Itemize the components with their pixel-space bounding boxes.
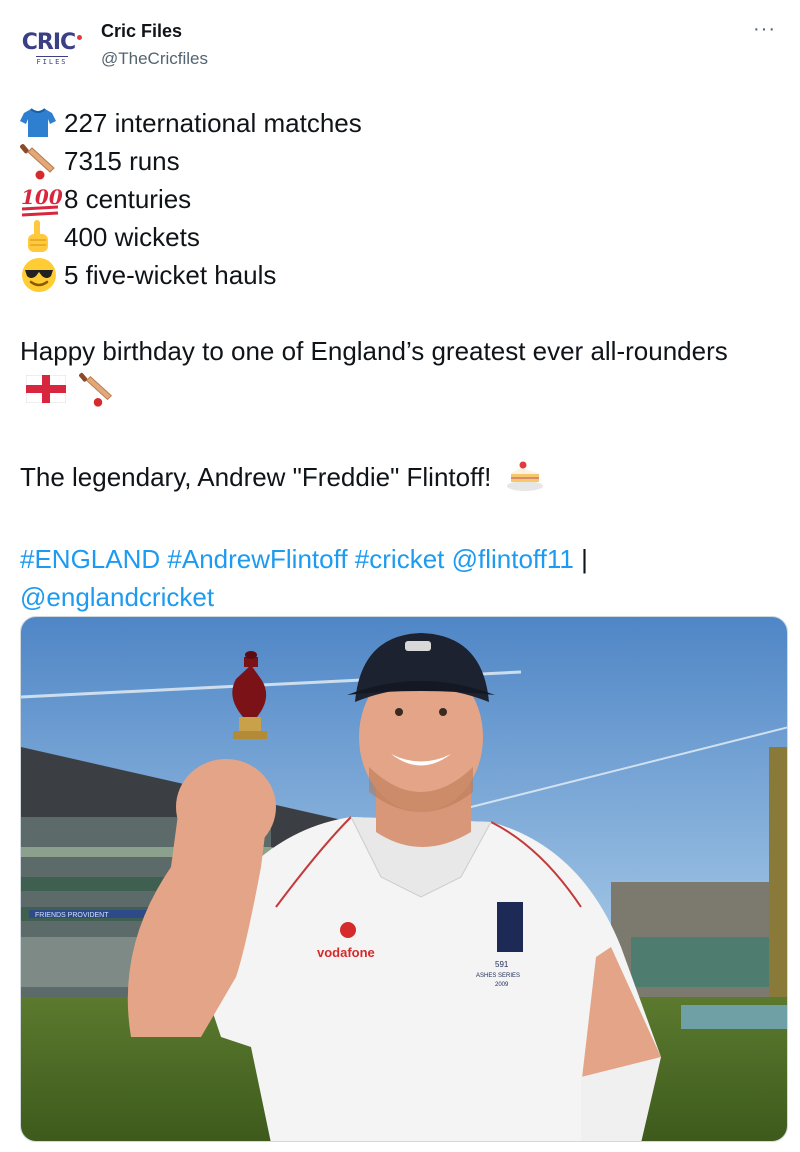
stat-matches: 227 international matches [64,108,362,138]
shirt-sponsor: vodafone [317,945,375,960]
shirt-text-1: 591 [495,960,509,969]
avatar-logo-dot [77,35,83,40]
stat-line: 400 wickets [20,218,780,256]
birthday-paragraph: Happy birthday to one of England’s great… [20,332,780,418]
tweet-media-photo[interactable]: FRIENDS PROVIDENT vodafone 591 ASHES SER… [20,616,788,1142]
hashtag-cricket[interactable]: #cricket [355,544,445,574]
stat-runs: 7315 runs [64,146,180,176]
hundred-points-icon: 100 [20,180,64,218]
separator: | [581,544,588,574]
hundred-glyph: 100 [21,185,62,209]
stat-five-wicket-hauls: 5 five-wicket hauls [64,260,277,290]
mention-englandcricket[interactable]: @englandcricket [20,582,214,612]
cricket-shirt-icon [20,104,64,142]
stat-line: 227 international matches [20,104,780,142]
stand-banner: FRIENDS PROVIDENT [35,912,109,919]
author-info: Cric Files @TheCricfiles [101,20,208,70]
stat-wickets: 400 wickets [64,222,200,252]
display-name[interactable]: Cric Files [101,20,208,42]
legend-paragraph: The legendary, Andrew "Freddie" Flintoff… [20,456,780,502]
shirt-text-2: ASHES SERIES [476,973,520,979]
tweet-text: 227 international matches 7315 runs 100 [20,104,780,616]
hashtag-andrew-flintoff[interactable]: #AndrewFlintoff [167,544,347,574]
avatar-logo-text: CRIC [21,30,76,55]
index-pointing-up-icon [20,218,64,256]
hashtag-england[interactable]: #ENGLAND [20,544,160,574]
stat-centuries: 8 centuries [64,184,192,214]
stat-line: 5 five-wicket hauls [20,256,780,294]
sunglasses-face-icon [20,256,64,294]
tweet: CRIC FILES Cric Files @TheCricfiles ··· … [0,0,800,1152]
shirt-text-3: 2009 [495,982,509,988]
cricket-bat-ball-icon [20,142,64,180]
hashtags-paragraph: #ENGLAND #AndrewFlintoff #cricket @flint… [20,540,780,616]
avatar-logo-sub: FILES [36,56,68,66]
birthday-text: Happy birthday to one of England’s great… [20,336,728,366]
avatar[interactable]: CRIC FILES [18,18,86,80]
cake-slice-icon [505,456,545,502]
mention-flintoff11[interactable]: @flintoff11 [452,544,574,574]
user-handle[interactable]: @TheCricfiles [101,48,208,70]
stat-line: 7315 runs [20,142,780,180]
legend-text: The legendary, Andrew "Freddie" Flintoff… [20,461,492,492]
more-options-button[interactable]: ··· [753,19,776,39]
england-flag-icon [25,374,67,413]
stat-line: 100 8 centuries [20,180,780,218]
cricket-bat-ball-icon [79,370,117,418]
avatar-logo: CRIC [21,30,83,55]
